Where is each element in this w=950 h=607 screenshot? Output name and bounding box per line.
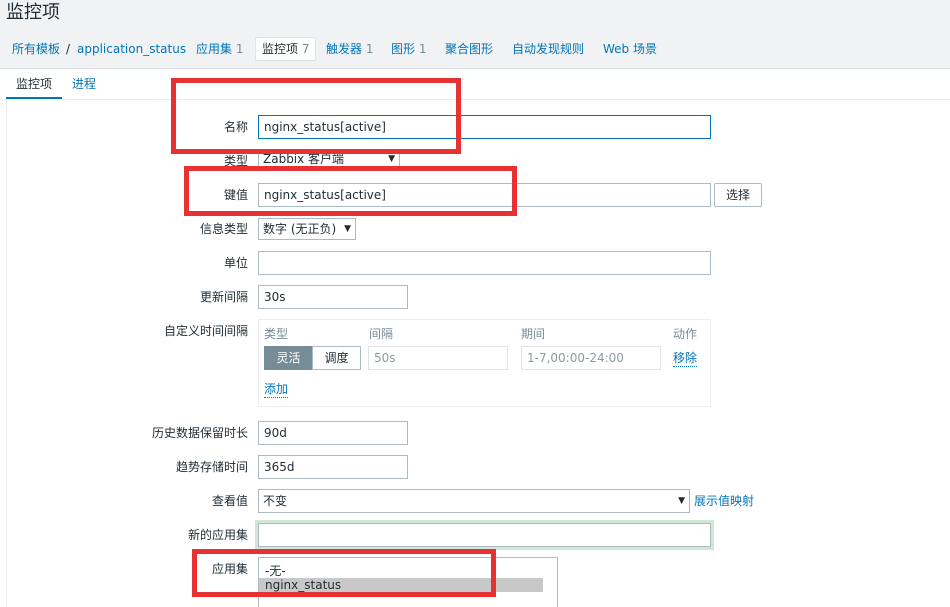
nav-items-label: 监控项 [262, 42, 299, 56]
tab-item[interactable]: 监控项 [16, 76, 52, 92]
update-interval-input[interactable]: 30s [258, 285, 408, 309]
units-label: 单位 [223, 256, 248, 270]
col-period-header: 期间 [521, 327, 546, 341]
name-label: 名称 [223, 120, 248, 134]
page-title: 监控项 [6, 2, 60, 23]
type-select-value: Zabbix 客户端 [263, 152, 345, 166]
tab-divider [0, 99, 950, 100]
tab-process[interactable]: 进程 [72, 76, 96, 92]
col-type-header: 类型 [264, 327, 289, 341]
application-option-nginx-status[interactable]: nginx_status [259, 578, 543, 592]
chevron-down-icon: ▼ [388, 154, 395, 164]
nav-web-scenarios[interactable]: Web 场景 [603, 41, 657, 57]
show-value-mappings-link[interactable]: 展示值映射 [694, 493, 754, 509]
show-value-label: 查看值 [211, 494, 248, 508]
type-select[interactable]: Zabbix 客户端 ▼ [258, 151, 400, 167]
applications-label: 应用集 [211, 562, 248, 576]
breadcrumb-template[interactable]: application_status [77, 41, 186, 57]
scheduling-toggle[interactable]: 调度 [312, 346, 361, 370]
info-type-select-value: 数字 (无正负) [263, 222, 337, 236]
name-input[interactable]: nginx_status[active] [258, 115, 711, 139]
application-option-none[interactable]: -无- [259, 564, 543, 578]
col-action-header: 动作 [673, 327, 698, 341]
type-label: 类型 [223, 154, 248, 168]
nav-graphs-count: 1 [418, 42, 427, 56]
panel-left-border [6, 100, 7, 607]
custom-intervals-table: 类型 间隔 期间 动作 灵活 调度 50s 1-7,00:00-24:00 移除… [258, 319, 711, 407]
info-type-label: 信息类型 [199, 222, 248, 236]
nav-triggers-count: 1 [365, 42, 374, 56]
add-interval-link[interactable]: 添加 [264, 381, 289, 398]
units-input[interactable] [258, 251, 711, 275]
nav-items-count: 7 [301, 42, 310, 56]
nav-applications[interactable]: 应用集 1 [196, 41, 243, 57]
nav-graphs[interactable]: 图形 1 [391, 41, 426, 57]
custom-intervals-label: 自定义时间间隔 [163, 324, 248, 338]
nav-items[interactable]: 监控项 7 [255, 37, 317, 61]
interval-input[interactable]: 50s [368, 346, 508, 370]
show-value-select[interactable]: 不变 ▼ [258, 489, 690, 513]
info-type-select[interactable]: 数字 (无正负) ▼ [258, 218, 356, 240]
new-application-label: 新的应用集 [187, 528, 248, 542]
item-form-panel: 监控项 进程 名称 nginx_status[active] 类型 Zabbix… [0, 68, 950, 607]
history-input[interactable]: 90d [258, 421, 408, 445]
nav-discovery-rules[interactable]: 自动发现规则 [512, 41, 584, 57]
show-value-select-value: 不变 [263, 494, 288, 508]
nav-graphs-label: 图形 [391, 42, 416, 56]
trends-input[interactable]: 365d [258, 455, 408, 479]
history-label: 历史数据保留时长 [151, 426, 248, 440]
breadcrumb-all-templates[interactable]: 所有模板 [12, 41, 60, 57]
key-select-button[interactable]: 选择 [714, 183, 762, 207]
nav-triggers-label: 触发器 [326, 42, 363, 56]
key-label: 键值 [223, 188, 248, 202]
breadcrumb: 所有模板 / application_status 应用集 1 监控项 7 触发… [0, 32, 950, 68]
trends-label: 趋势存储时间 [175, 460, 248, 474]
chevron-down-icon: ▼ [344, 224, 351, 234]
breadcrumb-separator: / [66, 42, 71, 56]
nav-applications-count: 1 [235, 42, 244, 56]
update-interval-label: 更新间隔 [199, 290, 248, 304]
period-input[interactable]: 1-7,00:00-24:00 [521, 346, 661, 370]
flexible-toggle[interactable]: 灵活 [264, 346, 313, 370]
applications-listbox[interactable]: -无- nginx_status [258, 557, 558, 607]
remove-interval-link[interactable]: 移除 [673, 350, 698, 367]
col-interval-header: 间隔 [369, 327, 394, 341]
chevron-down-icon: ▼ [678, 496, 685, 506]
nav-applications-label: 应用集 [196, 42, 233, 56]
new-application-input[interactable] [258, 523, 711, 547]
nav-triggers[interactable]: 触发器 1 [326, 41, 373, 57]
nav-screens[interactable]: 聚合图形 [445, 41, 493, 57]
key-input[interactable]: nginx_status[active] [258, 183, 711, 207]
